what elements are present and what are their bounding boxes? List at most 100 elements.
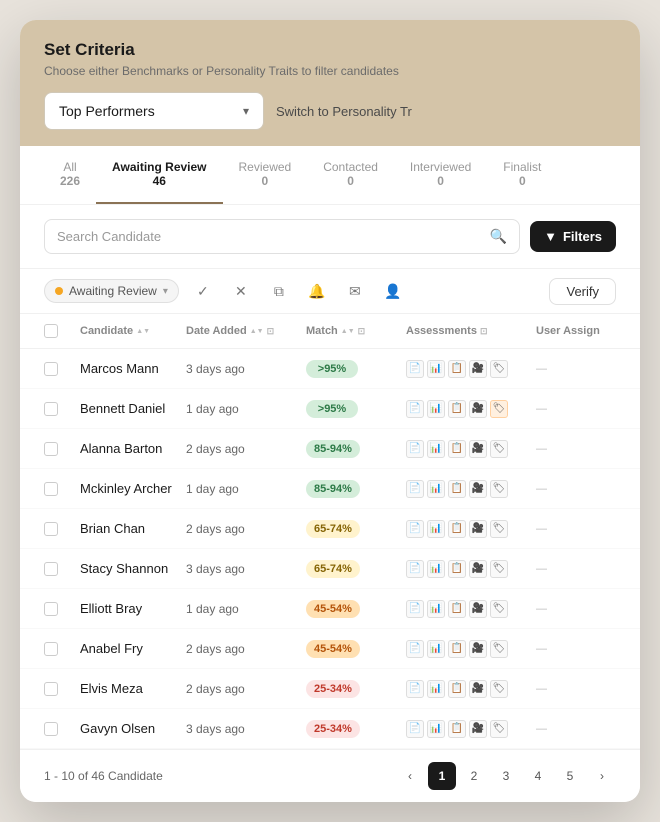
row-checkbox[interactable] — [44, 522, 58, 536]
filter-match-icon[interactable]: ⊡ — [358, 326, 366, 337]
filter-date-icon[interactable]: ⊡ — [267, 326, 275, 337]
assess-note-icon[interactable]: 📋 — [448, 640, 466, 658]
assess-chart-icon[interactable]: 📊 — [427, 440, 445, 458]
assess-doc-icon[interactable]: 📄 — [406, 360, 424, 378]
assess-chart-icon[interactable]: 📊 — [427, 400, 445, 418]
assess-video-icon[interactable]: 🎥 — [469, 720, 487, 738]
tab-contacted[interactable]: Contacted 0 — [307, 146, 394, 204]
assess-video-icon[interactable]: 🎥 — [469, 680, 487, 698]
assess-badge-icon[interactable]: 🏷 — [490, 560, 508, 578]
row-checkbox[interactable] — [44, 682, 58, 696]
filter-assess-icon[interactable]: ⊡ — [480, 326, 488, 337]
assess-badge-icon[interactable]: 🏷 — [490, 640, 508, 658]
assess-doc-icon[interactable]: 📄 — [406, 480, 424, 498]
check-icon[interactable]: ✓ — [189, 277, 217, 305]
row-checkbox[interactable] — [44, 722, 58, 736]
assess-chart-icon[interactable]: 📊 — [427, 360, 445, 378]
bell-icon[interactable]: 🔔 — [303, 277, 331, 305]
copy-icon[interactable]: ⧉ — [265, 277, 293, 305]
assess-video-icon[interactable]: 🎥 — [469, 440, 487, 458]
assess-badge-icon[interactable]: 🏷 — [490, 400, 508, 418]
contact-icon[interactable]: 👤 — [379, 277, 407, 305]
filter-icon: ▼ — [544, 229, 557, 244]
row-checkbox[interactable] — [44, 362, 58, 376]
page-1-button[interactable]: 1 — [428, 762, 456, 790]
assess-note-icon[interactable]: 📋 — [448, 520, 466, 538]
assess-doc-icon[interactable]: 📄 — [406, 720, 424, 738]
assess-badge-icon[interactable]: 🏷 — [490, 520, 508, 538]
prev-page-button[interactable]: ‹ — [396, 762, 424, 790]
assess-note-icon[interactable]: 📋 — [448, 680, 466, 698]
pagination-section: 1 - 10 of 46 Candidate ‹ 1 2 3 4 5 › — [20, 749, 640, 802]
assess-doc-icon[interactable]: 📄 — [406, 560, 424, 578]
select-all-checkbox[interactable] — [44, 324, 58, 338]
assess-note-icon[interactable]: 📋 — [448, 360, 466, 378]
assess-chart-icon[interactable]: 📊 — [427, 480, 445, 498]
page-2-button[interactable]: 2 — [460, 762, 488, 790]
assess-video-icon[interactable]: 🎥 — [469, 600, 487, 618]
assess-badge-icon[interactable]: 🏷 — [490, 480, 508, 498]
row-checkbox[interactable] — [44, 482, 58, 496]
row-checkbox[interactable] — [44, 442, 58, 456]
assess-badge-icon[interactable]: 🏷 — [490, 360, 508, 378]
tab-all[interactable]: All 226 — [44, 146, 96, 204]
assess-badge-icon[interactable]: 🏷 — [490, 680, 508, 698]
verify-button[interactable]: Verify — [549, 278, 616, 305]
next-page-button[interactable]: › — [588, 762, 616, 790]
assess-badge-icon[interactable]: 🏷 — [490, 720, 508, 738]
search-input[interactable] — [57, 229, 482, 244]
criteria-dropdown[interactable]: Top Performers ▾ — [44, 92, 264, 130]
assess-video-icon[interactable]: 🎥 — [469, 520, 487, 538]
assess-badge-icon[interactable]: 🏷 — [490, 440, 508, 458]
row-checkbox-cell — [44, 442, 80, 456]
assess-video-icon[interactable]: 🎥 — [469, 360, 487, 378]
assess-doc-icon[interactable]: 📄 — [406, 600, 424, 618]
page-3-button[interactable]: 3 — [492, 762, 520, 790]
row-checkbox[interactable] — [44, 562, 58, 576]
switch-personality-label[interactable]: Switch to Personality Tr — [276, 104, 412, 119]
row-checkbox[interactable] — [44, 402, 58, 416]
tab-awaiting-review[interactable]: Awaiting Review 46 — [96, 146, 222, 204]
row-checkbox[interactable] — [44, 642, 58, 656]
sort-date-icon[interactable]: ▲▼ — [250, 328, 264, 335]
assess-doc-icon[interactable]: 📄 — [406, 680, 424, 698]
assess-doc-icon[interactable]: 📄 — [406, 640, 424, 658]
assess-chart-icon[interactable]: 📊 — [427, 600, 445, 618]
assess-video-icon[interactable]: 🎥 — [469, 640, 487, 658]
sort-match-icon[interactable]: ▲▼ — [341, 328, 355, 335]
page-4-button[interactable]: 4 — [524, 762, 552, 790]
page-5-button[interactable]: 5 — [556, 762, 584, 790]
assess-chart-icon[interactable]: 📊 — [427, 720, 445, 738]
tab-reviewed[interactable]: Reviewed 0 — [223, 146, 308, 204]
assess-video-icon[interactable]: 🎥 — [469, 400, 487, 418]
close-icon[interactable]: ✕ — [227, 277, 255, 305]
row-date-added: 2 days ago — [186, 682, 306, 696]
assess-note-icon[interactable]: 📋 — [448, 400, 466, 418]
assess-chart-icon[interactable]: 📊 — [427, 560, 445, 578]
assess-chart-icon[interactable]: 📊 — [427, 680, 445, 698]
assess-video-icon[interactable]: 🎥 — [469, 560, 487, 578]
assess-video-icon[interactable]: 🎥 — [469, 480, 487, 498]
assess-chart-icon[interactable]: 📊 — [427, 640, 445, 658]
assess-doc-icon[interactable]: 📄 — [406, 400, 424, 418]
assess-chart-icon[interactable]: 📊 — [427, 520, 445, 538]
assess-doc-icon[interactable]: 📄 — [406, 520, 424, 538]
search-icon[interactable]: 🔍 — [490, 228, 507, 245]
email-icon[interactable]: ✉ — [341, 277, 369, 305]
filters-button[interactable]: ▼ Filters — [530, 221, 616, 252]
tab-finalist[interactable]: Finalist 0 — [487, 146, 557, 204]
sort-candidate-icon[interactable]: ▲▼ — [136, 328, 150, 335]
assess-doc-icon[interactable]: 📄 — [406, 440, 424, 458]
search-box[interactable]: 🔍 — [44, 219, 520, 254]
status-dropdown[interactable]: Awaiting Review ▾ — [44, 279, 179, 303]
row-user-assign: — — [536, 483, 616, 495]
table-row: Bennett Daniel 1 day ago >95% 📄 📊 📋 🎥 🏷 … — [20, 389, 640, 429]
row-checkbox[interactable] — [44, 602, 58, 616]
assess-note-icon[interactable]: 📋 — [448, 440, 466, 458]
tab-interviewed[interactable]: Interviewed 0 — [394, 146, 487, 204]
assess-note-icon[interactable]: 📋 — [448, 480, 466, 498]
assess-note-icon[interactable]: 📋 — [448, 560, 466, 578]
assess-badge-icon[interactable]: 🏷 — [490, 600, 508, 618]
assess-note-icon[interactable]: 📋 — [448, 720, 466, 738]
assess-note-icon[interactable]: 📋 — [448, 600, 466, 618]
